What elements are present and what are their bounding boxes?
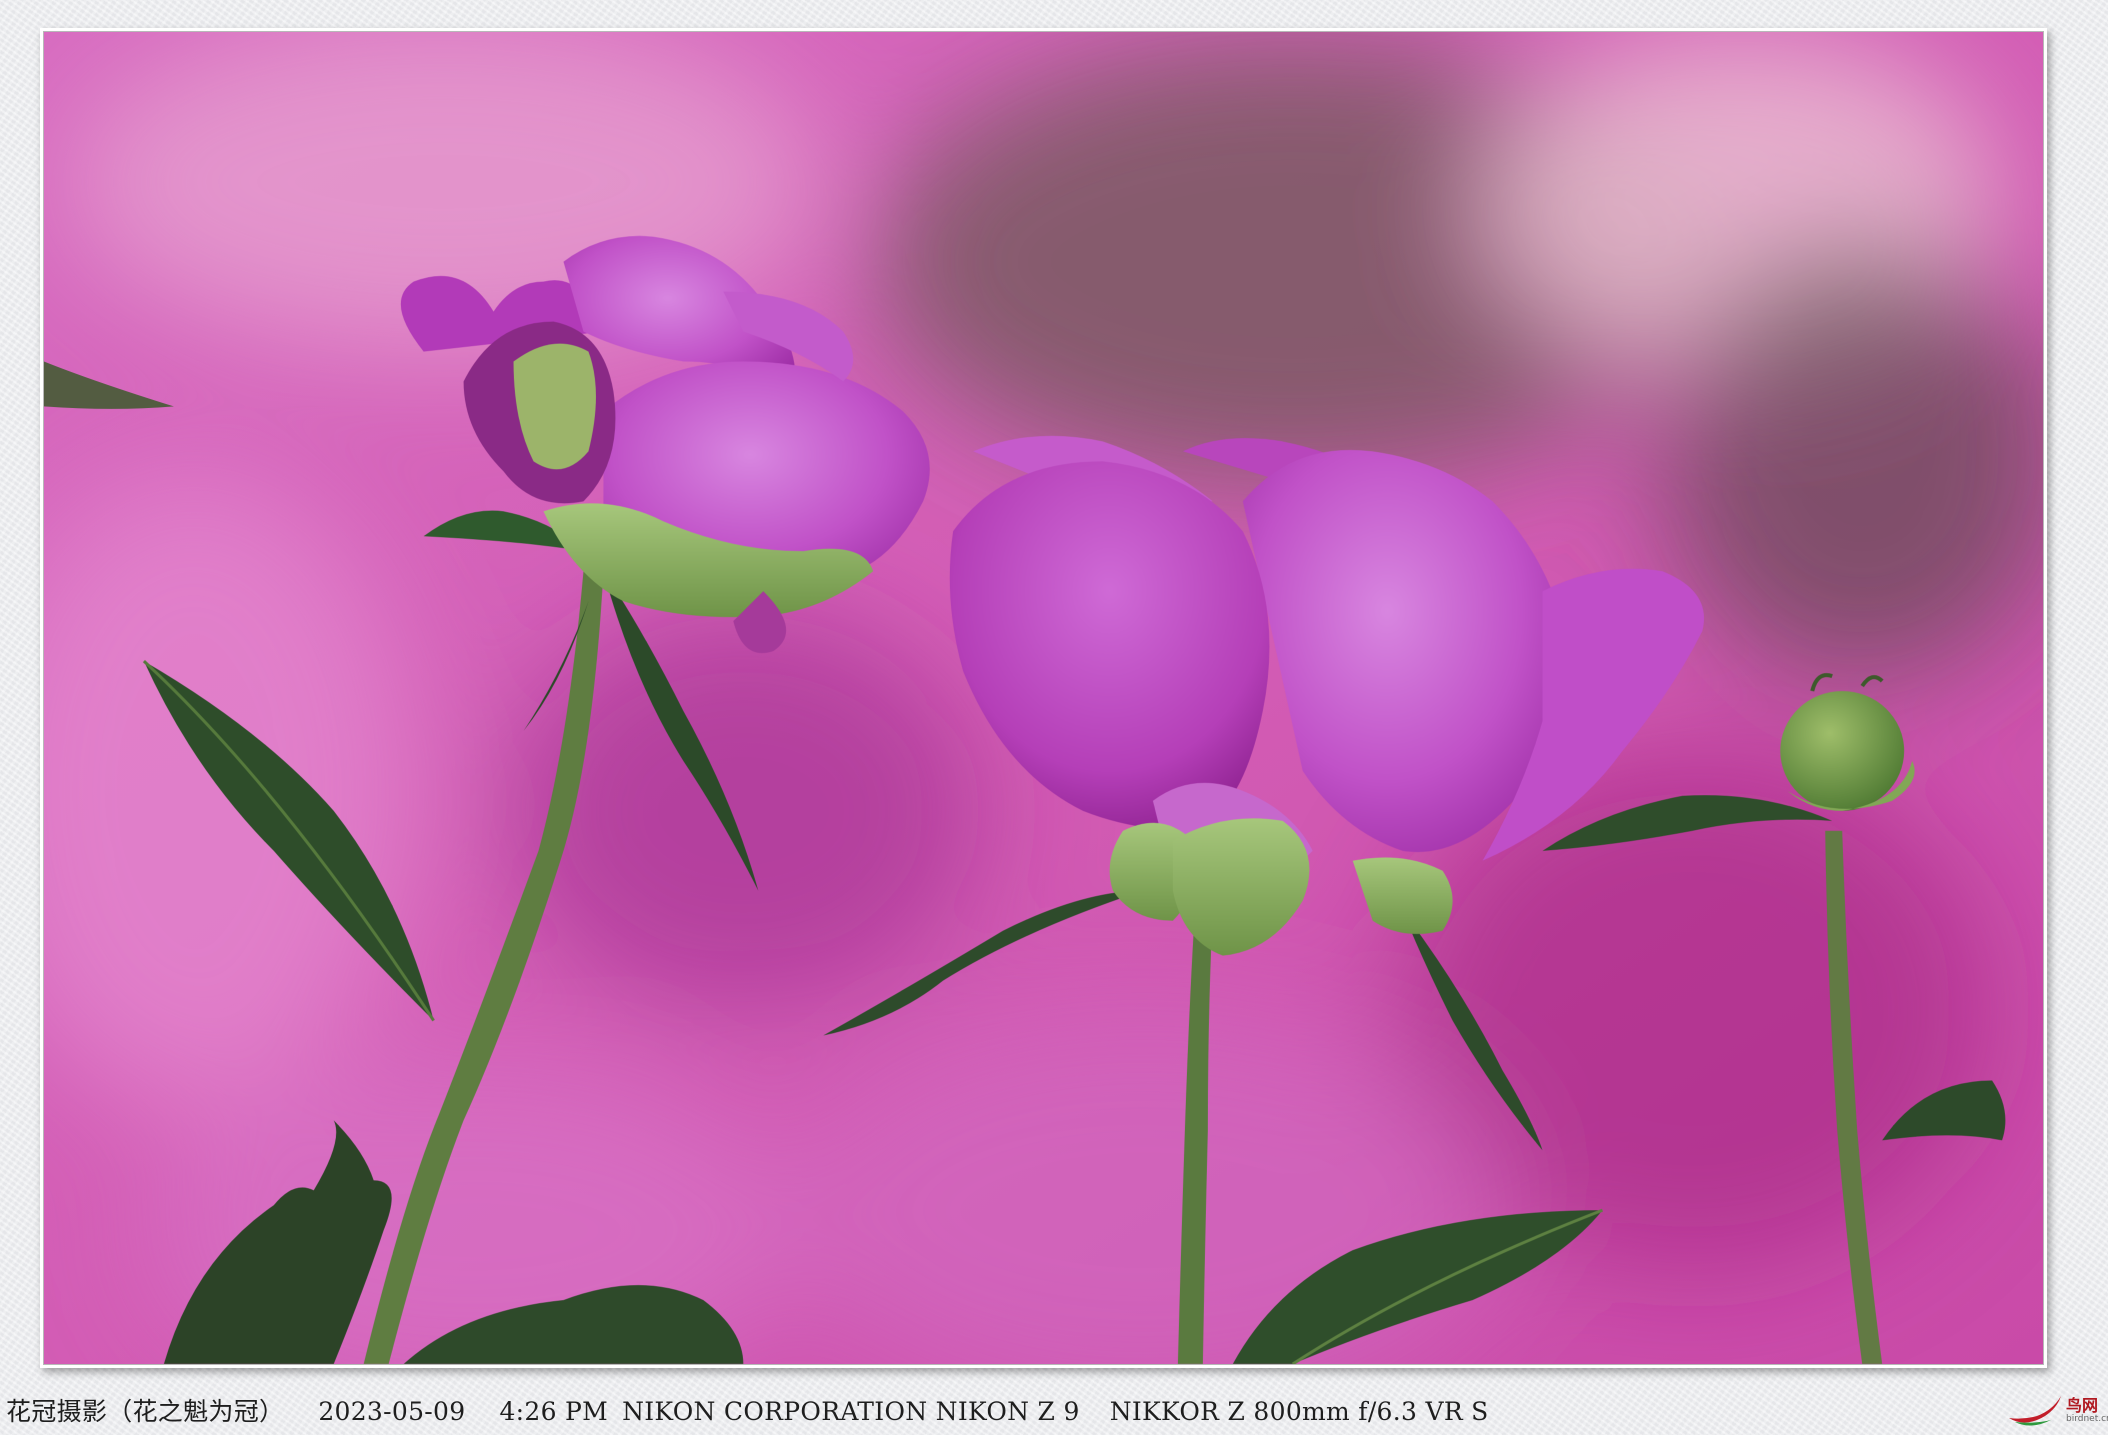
caption-camera: NIKON CORPORATION NIKON Z 9 — [622, 1397, 1080, 1426]
photo-caption: 花冠摄影（花之魁为冠） 2023-05-09 4:26 PM NIKON CORPOR… — [6, 1392, 1523, 1428]
peony-illustration — [44, 32, 2043, 1364]
watermark-site-name: 鸟网 — [2066, 1396, 2099, 1415]
caption-author: 花冠摄影（花之魁为冠） — [6, 1397, 285, 1426]
watermark-site-url: birdnet.cn — [2066, 1414, 2108, 1424]
bird-swoosh-logo-icon — [2009, 1396, 2061, 1426]
caption-time: 4:26 PM — [499, 1397, 609, 1426]
caption-lens: NIKKOR Z 800mm f/6.3 VR S — [1109, 1397, 1489, 1426]
peony-photo — [43, 31, 2044, 1365]
caption-date: 2023-05-09 — [318, 1397, 466, 1426]
